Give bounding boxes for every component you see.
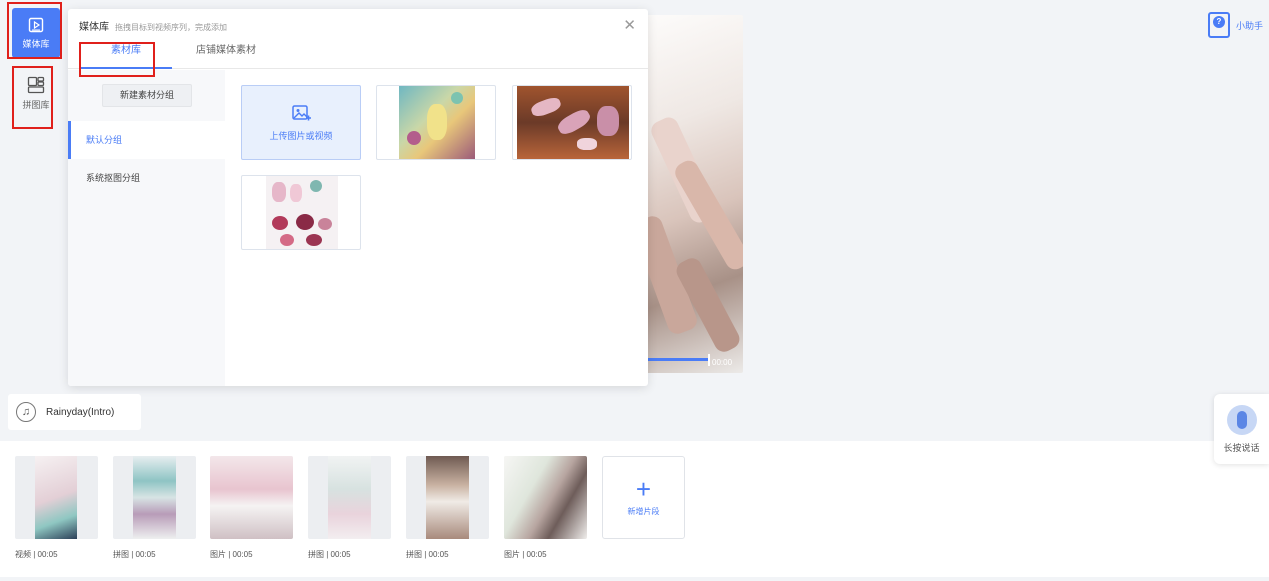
media-thumb-2[interactable] [512, 85, 632, 160]
voice-label: 长按说话 [1223, 442, 1260, 453]
timeline-clip-2[interactable] [113, 456, 196, 539]
assistant-label: 小助手 [1236, 20, 1264, 31]
tab-material-library[interactable]: 素材库 [80, 43, 172, 69]
image-upload-icon [292, 105, 311, 121]
voice-button[interactable]: 长按说话 [1214, 394, 1269, 464]
media-library-panel: 媒体库 拖拽目标到视频序列，完成添加 ✕ 素材库 店铺媒体素材 新建素材分组 默认… [68, 9, 648, 386]
preview-time: 00:00 [712, 358, 733, 367]
timeline-clip-3[interactable] [210, 456, 293, 539]
timeline-clip-label: 拼图 | 00:05 [113, 550, 156, 559]
tab-shop-media[interactable]: 店铺媒体素材 [184, 43, 268, 69]
panel-hint: 拖拽目标到视频序列，完成添加 [115, 23, 227, 32]
timeline-clip-1[interactable] [15, 456, 98, 539]
upload-label: 上传图片或视频 [269, 131, 333, 141]
panel-title: 媒体库 拖拽目标到视频序列，完成添加 [79, 18, 227, 33]
music-track-name: Rainyday(Intro) [46, 406, 115, 418]
video-preview[interactable]: 00:00 [640, 15, 743, 373]
close-icon[interactable]: ✕ [623, 18, 636, 33]
rail-collage-library[interactable]: 拼图库 [12, 68, 60, 118]
group-sidebar: 新建素材分组 默认分组 系统抠图分组 [68, 70, 225, 386]
timeline: 视频 | 00:05 拼图 | 00:05 图片 | 00:05 拼图 | 00… [0, 441, 1269, 577]
group-item-system-cutout[interactable]: 系统抠图分组 [68, 159, 225, 197]
music-note-icon: ♫ [16, 402, 36, 422]
preview-progress-bar[interactable] [648, 358, 708, 361]
add-clip-label: 新增片段 [627, 507, 660, 516]
rail-media-library[interactable]: 媒体库 [12, 8, 60, 58]
play-frame-icon [28, 17, 44, 32]
new-group-button[interactable]: 新建素材分组 [102, 84, 192, 107]
panel-header: 媒体库 拖拽目标到视频序列，完成添加 ✕ 素材库 店铺媒体素材 [68, 9, 648, 69]
plus-icon: + [635, 474, 652, 504]
timeline-clip-label: 拼图 | 00:05 [308, 550, 351, 559]
panel-title-text: 媒体库 [79, 22, 109, 33]
assistant-button[interactable]: ? 小助手 [1208, 12, 1263, 38]
timeline-clip-label: 视频 | 00:05 [15, 550, 58, 559]
upload-tile[interactable]: 上传图片或视频 [241, 85, 361, 160]
rail-collage-label: 拼图库 [22, 99, 50, 110]
collage-icon [27, 76, 45, 93]
group-item-default[interactable]: 默认分组 [68, 121, 225, 159]
timeline-clip-label: 拼图 | 00:05 [406, 550, 449, 559]
timeline-clip-6[interactable] [504, 456, 587, 539]
add-clip-button[interactable]: + 新增片段 [602, 456, 685, 539]
microphone-icon [1226, 404, 1257, 435]
help-book-icon: ? [1208, 12, 1230, 38]
timeline-clip-5[interactable] [406, 456, 489, 539]
preview-progress-handle[interactable] [708, 354, 710, 366]
music-track[interactable]: ♫ Rainyday(Intro) [8, 394, 141, 430]
timeline-clip-label: 图片 | 00:05 [210, 550, 253, 559]
rail-media-label: 媒体库 [22, 38, 50, 49]
media-thumb-3[interactable] [241, 175, 361, 250]
timeline-clip-label: 图片 | 00:05 [504, 550, 547, 559]
timeline-clip-4[interactable] [308, 456, 391, 539]
media-thumb-1[interactable] [376, 85, 496, 160]
